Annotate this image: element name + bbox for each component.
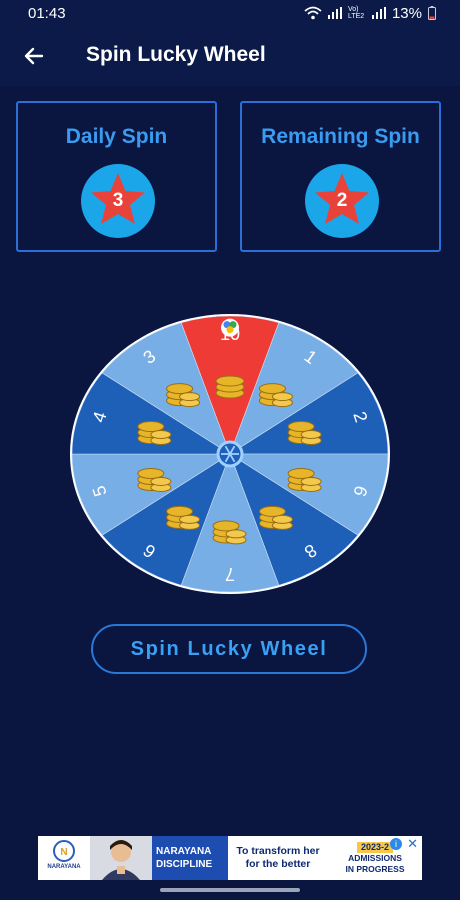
wifi-icon	[304, 6, 322, 20]
narayana-logo-icon: N	[53, 840, 75, 862]
ad-tag-line1: To transform her	[236, 845, 320, 857]
lucky-wheel[interactable]: 10126876543	[68, 312, 392, 596]
remaining-spin-count: 2	[336, 190, 348, 211]
ad-logo-text: NARAYANA	[47, 864, 81, 870]
ad-brand: NARAYANA DISCIPLINE	[152, 836, 228, 880]
ad-tag-line2: for the better	[245, 858, 311, 870]
coin-stack-icon	[215, 375, 245, 399]
signal-icon	[327, 7, 342, 19]
daily-spin-title: Daily Spin	[65, 125, 168, 148]
status-icons: Vo) LTE2 13%	[304, 5, 436, 22]
battery-icon	[428, 6, 436, 20]
battery-percent: 13%	[391, 4, 422, 22]
daily-spin-badge: 3	[80, 163, 156, 239]
ad-brand-line1: NARAYANA	[156, 846, 212, 857]
ad-logo: N NARAYANA	[38, 836, 90, 880]
page-title: Spin Lucky Wheel	[86, 43, 266, 66]
app-bar: Spin Lucky Wheel	[0, 26, 460, 86]
ad-banner[interactable]: N NARAYANA NARAYANA DISCIPLINE To transf…	[38, 836, 422, 880]
daily-spin-card: Daily Spin 3	[16, 101, 217, 252]
ad-info-icon[interactable]: i	[390, 838, 402, 850]
back-arrow-icon[interactable]	[22, 44, 46, 68]
status-bar: 01:43 Vo) LTE2 13%	[0, 0, 460, 26]
wheel-segment-label: 7	[225, 564, 235, 584]
wheel-graphic: 10126876543	[70, 314, 390, 594]
child-photo-icon	[90, 836, 152, 880]
remaining-spin-title: Remaining Spin	[261, 125, 420, 148]
ad-child-image	[90, 836, 152, 880]
ad-brand-line2: DISCIPLINE	[156, 859, 213, 870]
svg-text:N: N	[60, 847, 67, 858]
ad-admissions: ADMISSIONS	[348, 852, 402, 863]
daily-spin-count: 3	[112, 190, 124, 211]
ad-year: 2023-2	[356, 841, 394, 853]
wheel-hub-icon	[216, 440, 244, 468]
remaining-spin-card: Remaining Spin 2	[240, 101, 441, 252]
status-time: 01:43	[28, 4, 66, 22]
ad-close-icon[interactable]: ✕	[407, 836, 418, 852]
remaining-spin-badge: 2	[304, 163, 380, 239]
network-label: Vo) LTE2	[347, 6, 365, 20]
ad-tagline: To transform her for the better	[228, 836, 328, 880]
signal-icon-2	[371, 7, 386, 19]
ad-progress: IN PROGRESS	[345, 863, 405, 874]
prize-icon	[221, 318, 239, 337]
home-indicator	[160, 888, 300, 892]
spin-lucky-wheel-button[interactable]: Spin Lucky Wheel	[91, 624, 367, 674]
